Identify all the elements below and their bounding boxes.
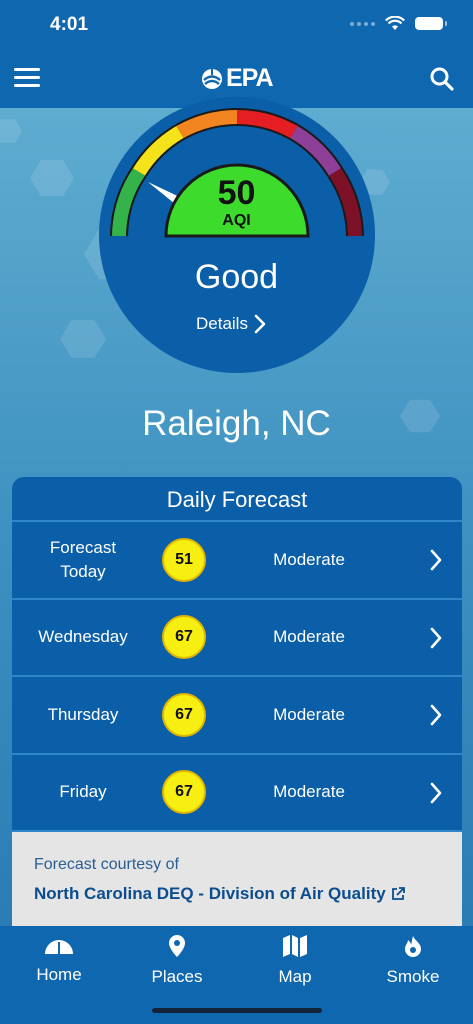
- search-button[interactable]: [429, 66, 455, 92]
- epa-flower-icon: [202, 68, 222, 89]
- wifi-icon: [385, 16, 405, 30]
- courtesy-label: Forecast courtesy of: [34, 856, 179, 873]
- flame-icon: [405, 936, 421, 957]
- forecast-row-wednesday[interactable]: Wednesday 67 Moderate: [12, 600, 462, 677]
- hex-decoration: [0, 119, 22, 143]
- aqi-badge: 67: [162, 692, 206, 737]
- chevron-right-icon: [254, 314, 266, 334]
- forecast-day: Forecast Today: [49, 537, 117, 581]
- forecast-title: Daily Forecast: [12, 477, 462, 522]
- city-name: Raleigh, NC: [142, 404, 331, 443]
- aqi-badge: 67: [162, 615, 206, 660]
- forecast-row-friday[interactable]: Friday 67 Moderate: [12, 755, 462, 832]
- battery-icon: [415, 17, 447, 30]
- menu-button[interactable]: [14, 68, 40, 90]
- aqi-level: Moderate: [273, 627, 345, 647]
- hamburger-icon: [14, 68, 40, 71]
- tab-places[interactable]: Places: [122, 934, 232, 987]
- status-time: 4:01: [50, 14, 89, 35]
- details-label: Details: [196, 314, 248, 333]
- home-indicator[interactable]: [152, 1008, 322, 1013]
- chevron-right-icon: [430, 549, 442, 571]
- logo-text: EPA: [226, 64, 274, 92]
- search-icon: [430, 67, 454, 91]
- aqi-category: Good: [194, 258, 279, 296]
- chevron-right-icon: [430, 704, 442, 726]
- courtesy-link-text: North Carolina DEQ - Division of Air Qua…: [34, 884, 386, 903]
- signal-icon: [350, 21, 375, 26]
- aqi-level: Moderate: [273, 704, 345, 724]
- forecast-day: Friday: [59, 782, 107, 802]
- aqi-level: Moderate: [273, 782, 345, 802]
- tab-label: Home: [36, 965, 82, 984]
- external-link-icon: [391, 887, 405, 900]
- aqi-badge: 51: [162, 537, 206, 582]
- epa-logo: EPA: [200, 64, 274, 93]
- forecast-day: Thursday: [47, 704, 119, 724]
- daily-forecast-card: Daily Forecast Forecast Today 51 Moderat…: [12, 477, 462, 931]
- tab-smoke[interactable]: Smoke: [358, 934, 468, 987]
- forecast-row-today[interactable]: Forecast Today 51 Moderate: [12, 522, 462, 600]
- gauge-icon: [45, 940, 73, 954]
- aqi-badge: 67: [162, 770, 206, 815]
- tab-map[interactable]: Map: [240, 934, 350, 987]
- chevron-right-icon: [430, 782, 442, 803]
- tab-home[interactable]: Home: [4, 934, 114, 985]
- location-pin-icon: [169, 935, 185, 957]
- courtesy-link[interactable]: North Carolina DEQ - Division of Air Qua…: [34, 884, 440, 904]
- forecast-day: Wednesday: [38, 627, 128, 647]
- aqi-level: Moderate: [273, 549, 345, 569]
- forecast-courtesy: Forecast courtesy of North Carolina DEQ …: [12, 832, 462, 931]
- tab-label: Smoke: [386, 967, 440, 986]
- tab-label: Places: [151, 967, 203, 986]
- status-icons: [350, 16, 447, 31]
- tab-label: Map: [278, 967, 312, 986]
- details-link[interactable]: Details: [196, 314, 266, 334]
- forecast-row-thursday[interactable]: Thursday 67 Moderate: [12, 677, 462, 755]
- map-icon: [283, 935, 307, 957]
- aqi-value: 50: [217, 174, 256, 212]
- chevron-right-icon: [430, 627, 442, 648]
- aqi-label: AQI: [222, 212, 251, 229]
